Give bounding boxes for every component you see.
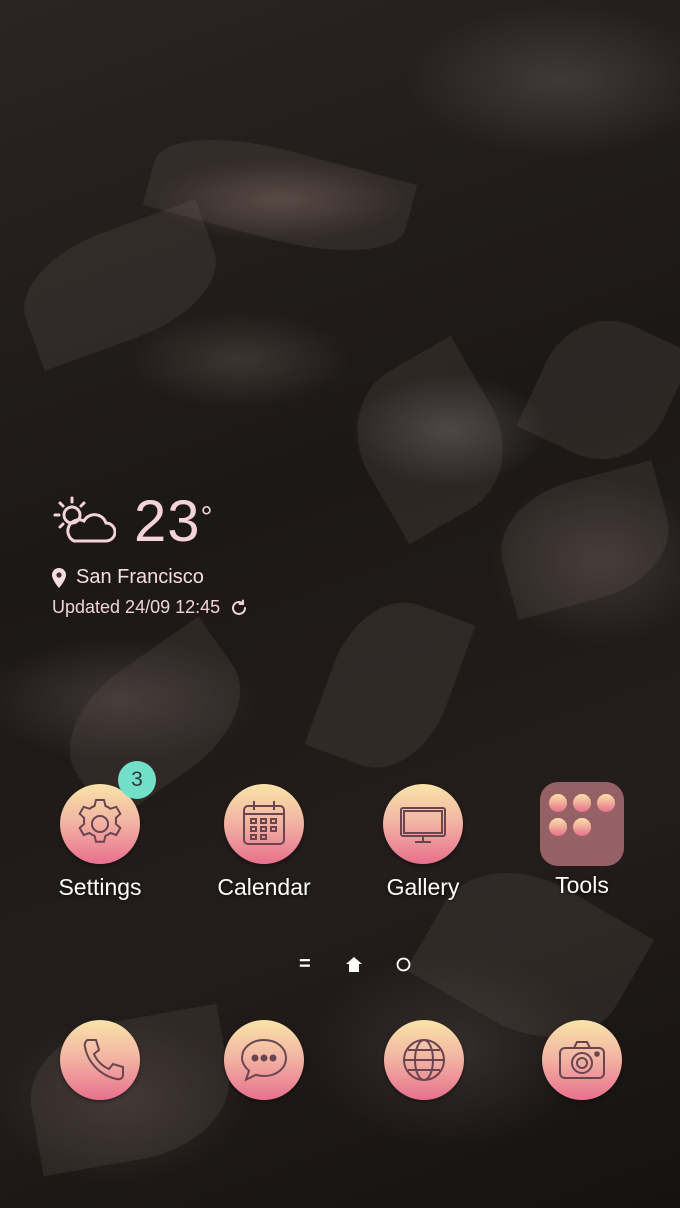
app-tools-folder[interactable]: Tools (512, 782, 652, 899)
monitor-icon (383, 784, 463, 864)
phone-icon[interactable] (60, 1020, 140, 1100)
app-gallery[interactable]: Gallery (353, 784, 493, 901)
updated-label: Updated 24/09 12:45 (52, 597, 221, 617)
location-label: San Francisco (76, 566, 204, 588)
page-dot-icon[interactable] (396, 957, 411, 972)
weather-widget[interactable]: 23° San Francisco Updated 24/09 12:45 (52, 490, 248, 618)
page-indicator: = (0, 953, 680, 976)
menu-indicator-icon[interactable]: = (299, 953, 311, 976)
app-settings[interactable]: Settings (30, 784, 170, 901)
folder-app-icon (573, 818, 591, 836)
app-calendar[interactable]: Calendar (194, 784, 334, 901)
home-indicator-icon[interactable] (346, 957, 362, 972)
app-label-calendar: Calendar (217, 874, 311, 900)
notification-badge: 3 (118, 761, 156, 799)
app-label-gallery: Gallery (386, 874, 460, 900)
messages-icon[interactable] (224, 1020, 304, 1100)
globe-icon[interactable] (384, 1020, 464, 1100)
calendar-icon (224, 784, 304, 864)
app-label-tools: Tools (555, 872, 609, 898)
folder-app-icon (573, 794, 591, 812)
folder-app-icon (597, 794, 615, 812)
location-pin-icon (52, 567, 66, 588)
camera-icon[interactable] (542, 1020, 622, 1100)
folder-app-icon (549, 794, 567, 812)
folder-app-icon (549, 818, 567, 836)
partly-sunny-icon (53, 496, 116, 543)
weather-location: San Francisco (52, 566, 248, 589)
refresh-icon[interactable] (230, 599, 248, 617)
weather-updated: Updated 24/09 12:45 (52, 597, 248, 618)
temperature: 23° (134, 489, 214, 554)
folder-icon (540, 782, 624, 866)
app-label-settings: Settings (58, 874, 142, 900)
